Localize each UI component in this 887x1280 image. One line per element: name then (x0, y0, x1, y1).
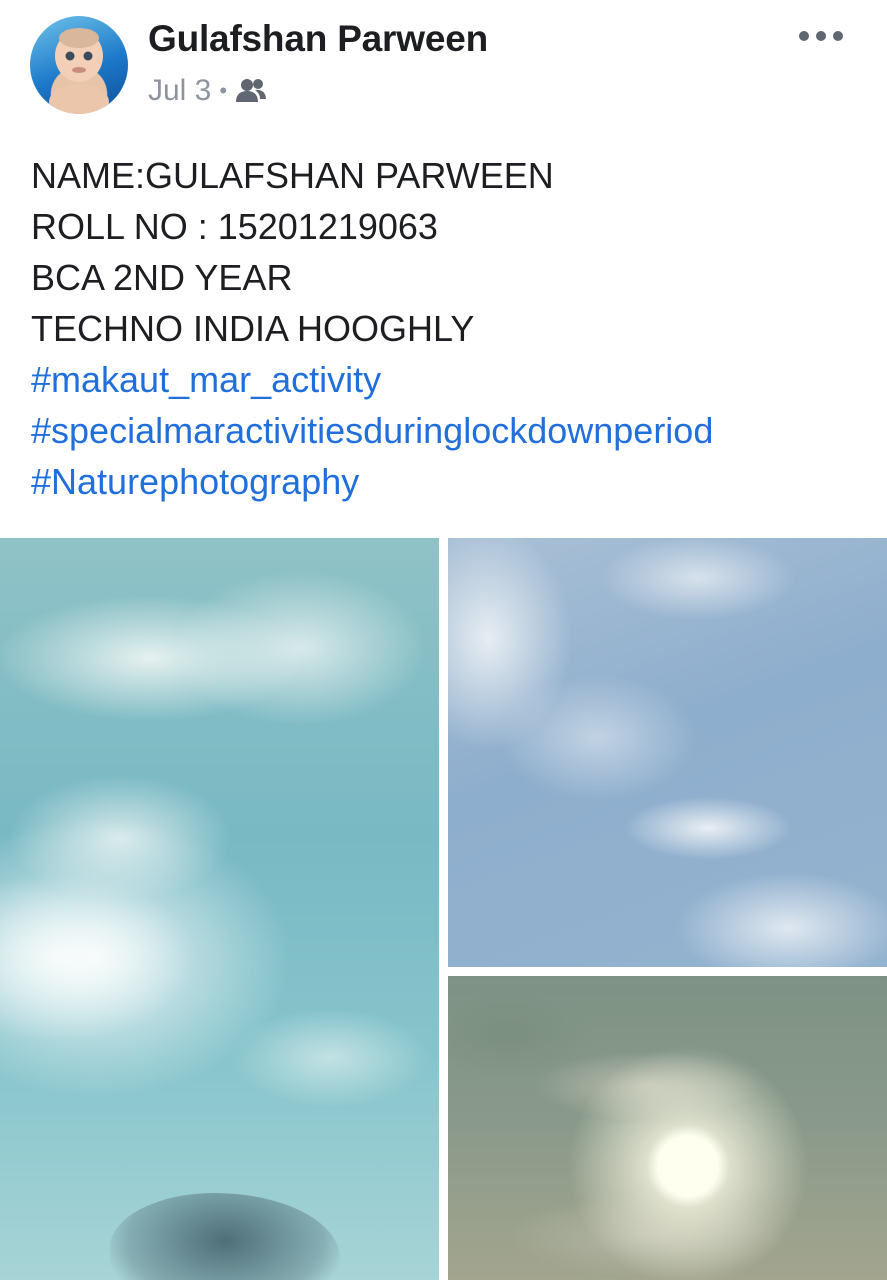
text-line: TECHNO INDIA HOOGHLY (31, 308, 475, 349)
more-options-icon[interactable] (799, 26, 843, 46)
meta-separator: • (219, 78, 228, 103)
post-date[interactable]: Jul 3 (148, 74, 211, 108)
text-line: ROLL NO : 15201219063 (31, 206, 438, 247)
post-header: Gulafshan Parween Jul 3 • (0, 0, 887, 130)
author-name[interactable]: Gulafshan Parween (148, 18, 488, 60)
photo-sky-clouds[interactable] (448, 538, 887, 967)
baby-avatar-icon (49, 28, 109, 114)
hashtag-link[interactable]: #specialmaractivitiesduringlockdownperio… (31, 405, 871, 456)
dot-icon (799, 31, 809, 41)
hashtag-link[interactable]: #Naturephotography (31, 456, 871, 507)
friends-icon[interactable] (235, 78, 267, 104)
post-meta: Jul 3 • (148, 72, 267, 110)
text-line: NAME:GULAFSHAN PARWEEN (31, 155, 554, 196)
hashtag-link[interactable]: #makaut_mar_activity (31, 354, 871, 405)
photo-sky-overcast-sun[interactable] (448, 976, 887, 1280)
dot-icon (833, 31, 843, 41)
shadow-shape (110, 1193, 340, 1280)
dot-icon (816, 31, 826, 41)
photo-sky-sun[interactable] (0, 538, 439, 1280)
avatar[interactable] (30, 16, 128, 114)
post-body: NAME:GULAFSHAN PARWEEN ROLL NO : 1520121… (31, 150, 871, 507)
text-line: BCA 2ND YEAR (31, 257, 293, 298)
